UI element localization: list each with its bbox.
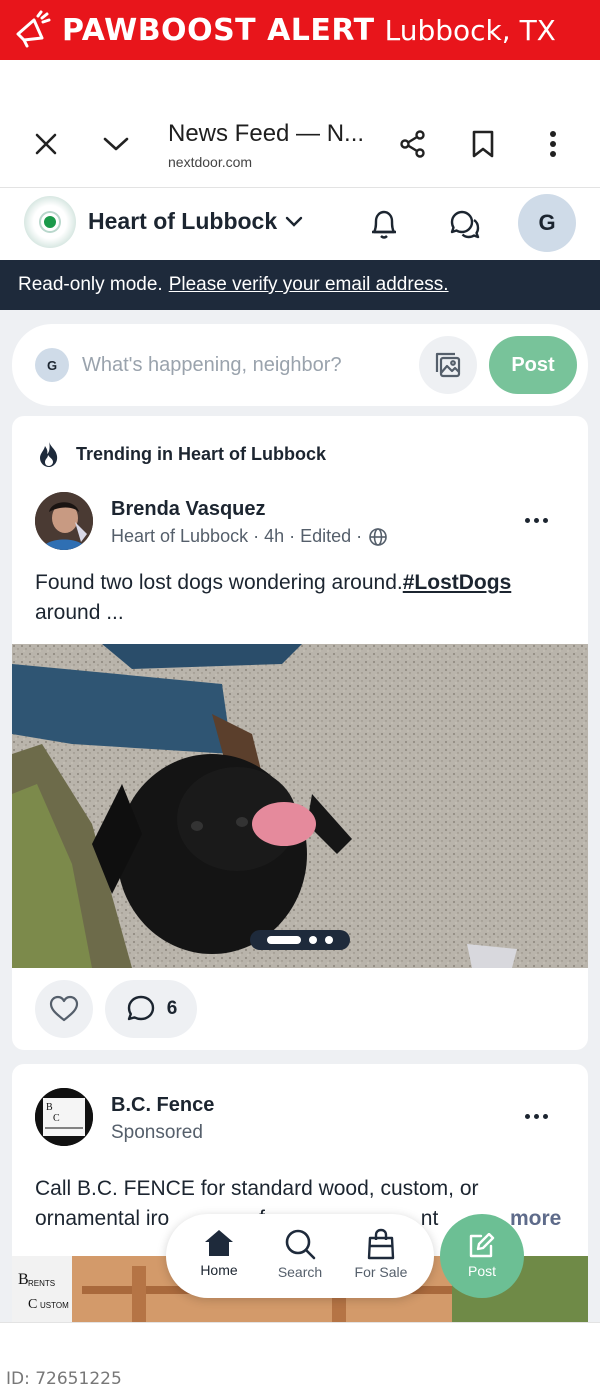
- pager-dot: [309, 936, 317, 944]
- nav-search-label: Search: [277, 1264, 323, 1280]
- hashtag-link[interactable]: #LostDogs: [403, 571, 512, 594]
- shopping-bag-icon: [367, 1228, 395, 1260]
- more-vertical-icon[interactable]: [531, 122, 575, 166]
- heart-icon: [49, 995, 79, 1022]
- neighborhood-name: Heart of Lubbock: [88, 208, 278, 234]
- author-name[interactable]: Brenda Vasquez: [111, 498, 266, 521]
- advertiser-name[interactable]: B.C. Fence: [111, 1094, 214, 1117]
- new-post-button[interactable]: Post: [440, 1214, 524, 1298]
- composer-placeholder[interactable]: What's happening, neighbor?: [82, 354, 342, 377]
- page-title: News Feed — N...: [168, 120, 365, 147]
- svg-text:RENTS: RENTS: [28, 1279, 55, 1288]
- listing-id: ID: 72651225: [6, 1369, 122, 1389]
- new-post-label: Post: [467, 1263, 496, 1279]
- comment-count: 6: [166, 998, 178, 1019]
- ad-more-button[interactable]: [514, 1104, 558, 1128]
- bookmark-icon[interactable]: [461, 122, 505, 166]
- post-meta: Heart of Lubbock · 4h · Edited ·: [111, 526, 388, 547]
- ad-text-tail2: nt: [420, 1207, 439, 1230]
- author-avatar[interactable]: [35, 492, 93, 550]
- advertiser-logo[interactable]: B C: [35, 1088, 93, 1146]
- nav-for-sale-label: For Sale: [354, 1264, 408, 1280]
- add-photo-button[interactable]: [419, 336, 477, 394]
- chevron-down-icon[interactable]: [94, 122, 138, 166]
- globe-icon: [369, 527, 387, 546]
- readonly-banner: Read-only mode. Please verify your email…: [0, 260, 600, 310]
- see-more-link[interactable]: more: [510, 1204, 561, 1234]
- trending-label: Trending in Heart of Lubbock: [76, 443, 327, 464]
- bell-icon[interactable]: [362, 202, 406, 246]
- svg-text:C: C: [28, 1297, 37, 1312]
- nav-home[interactable]: Home: [182, 1228, 256, 1278]
- post-text: Found two lost dogs wondering around.: [35, 571, 403, 594]
- nav-for-sale[interactable]: For Sale: [344, 1228, 418, 1280]
- alert-banner: PAWBOOST ALERT Lubbock, TX: [0, 0, 600, 60]
- browser-toolbar: News Feed — N... nextdoor.com: [0, 100, 600, 188]
- comment-icon: [127, 995, 154, 1021]
- post-meta-text: Heart of Lubbock · 4h · Edited ·: [111, 526, 363, 546]
- pager-dot: [325, 936, 333, 944]
- megaphone-icon: [10, 8, 54, 52]
- nav-search[interactable]: Search: [263, 1228, 337, 1280]
- post-body[interactable]: Found two lost dogs wondering around.#Lo…: [35, 568, 575, 628]
- user-avatar[interactable]: G: [518, 194, 576, 252]
- chevron-down-icon: [285, 216, 303, 227]
- post-text-cont: around ...: [35, 601, 124, 624]
- flame-icon: [40, 441, 58, 467]
- sponsored-label: Sponsored: [111, 1122, 203, 1143]
- news-feed[interactable]: G What's happening, neighbor? Post Trend…: [0, 310, 600, 1322]
- trending-header: Trending in Heart of Lubbock: [36, 440, 326, 468]
- edit-icon: [469, 1233, 495, 1258]
- image-pager[interactable]: [250, 930, 350, 950]
- composer-post-button[interactable]: Post: [489, 336, 577, 394]
- chat-icon[interactable]: [443, 202, 487, 246]
- search-icon: [285, 1229, 316, 1260]
- verify-email-link[interactable]: Please verify your email address.: [169, 274, 449, 296]
- id-footer: ID: 72651225: [0, 1322, 600, 1392]
- page-domain: nextdoor.com: [168, 154, 253, 170]
- post-composer[interactable]: G What's happening, neighbor? Post: [12, 324, 588, 406]
- share-icon[interactable]: [391, 122, 435, 166]
- app-header: Heart of Lubbock G: [0, 188, 600, 260]
- post-more-button[interactable]: [514, 508, 558, 532]
- svg-text:C: C: [53, 1113, 60, 1124]
- close-icon[interactable]: [24, 122, 68, 166]
- alert-title: PAWBOOST ALERT: [62, 12, 375, 48]
- svg-text:USTOM: USTOM: [40, 1301, 69, 1310]
- neighborhood-selector[interactable]: Heart of Lubbock: [88, 208, 303, 235]
- post-photo[interactable]: [12, 644, 588, 968]
- bottom-nav: Home Search For Sale: [166, 1214, 434, 1298]
- like-button[interactable]: [35, 980, 93, 1038]
- readonly-text: Read-only mode.: [18, 274, 163, 295]
- pager-dot-active: [267, 936, 301, 944]
- home-icon: [205, 1230, 233, 1256]
- nav-home-label: Home: [200, 1262, 238, 1278]
- image-icon: [435, 352, 461, 378]
- alert-location: Lubbock, TX: [384, 13, 556, 47]
- dog-photo: [12, 644, 588, 968]
- comment-button[interactable]: 6: [105, 980, 197, 1038]
- nextdoor-logo-icon[interactable]: [24, 196, 76, 248]
- composer-avatar: G: [35, 348, 69, 382]
- svg-text:B: B: [46, 1102, 53, 1113]
- post-card: Trending in Heart of Lubbock Brenda Vasq…: [12, 416, 588, 1050]
